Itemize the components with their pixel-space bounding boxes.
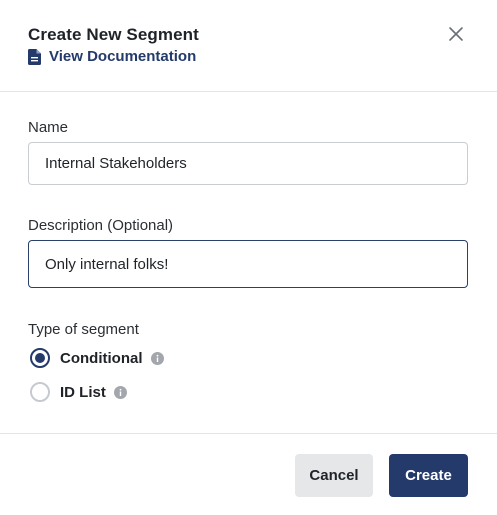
close-icon <box>448 26 464 47</box>
view-documentation-label: View Documentation <box>49 48 197 65</box>
name-label: Name <box>28 119 69 136</box>
id-list-radio[interactable] <box>30 382 50 402</box>
dialog-title: Create New Segment <box>28 25 199 44</box>
dialog-footer: Cancel Create <box>0 433 497 515</box>
description-label: Description (Optional) <box>28 217 174 234</box>
name-input[interactable] <box>28 142 468 185</box>
radio-option-conditional[interactable]: Conditional <box>30 348 164 368</box>
create-segment-dialog: Create New Segment View Documentation Na… <box>0 0 497 515</box>
info-icon[interactable] <box>113 385 127 399</box>
document-icon <box>28 48 41 65</box>
view-documentation-link[interactable]: View Documentation <box>28 48 196 65</box>
id-list-label: ID List <box>60 383 106 401</box>
conditional-radio[interactable] <box>30 348 50 368</box>
radio-option-id-list[interactable]: ID List <box>30 382 127 402</box>
description-input[interactable] <box>28 240 468 288</box>
dialog-header: Create New Segment View Documentation <box>0 0 497 92</box>
close-button[interactable] <box>444 24 468 48</box>
create-button[interactable]: Create <box>389 454 468 497</box>
conditional-label: Conditional <box>60 349 143 367</box>
cancel-button[interactable]: Cancel <box>295 454 373 497</box>
segment-type-label: Type of segment <box>28 321 139 338</box>
info-icon[interactable] <box>150 351 164 365</box>
